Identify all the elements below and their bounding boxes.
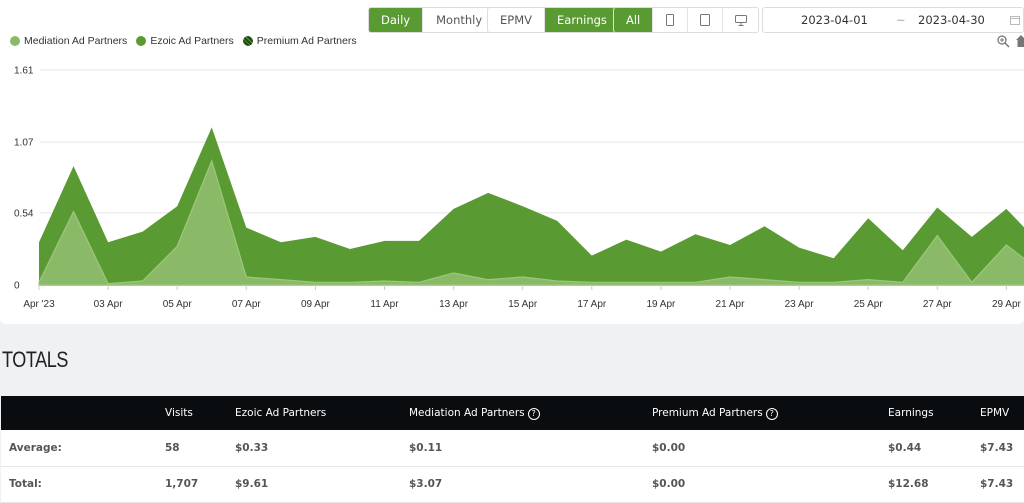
monthly-button[interactable]: Monthly (423, 8, 495, 32)
cell-earnings: $12.68 (880, 466, 972, 503)
cell-epmv: $7.43 (972, 466, 1024, 503)
calendar-icon (1010, 16, 1020, 25)
desktop-icon (734, 14, 747, 26)
cell-premium: $0.00 (644, 466, 880, 503)
table-row: Total: 1,707 $9.61 $3.07 $0.00 $12.68 $7… (1, 466, 1024, 503)
col-header-label (1, 396, 157, 430)
table-row: Average: 58 $0.33 $0.11 $0.00 $0.44 $7.4… (1, 430, 1024, 467)
legend-item-premium[interactable]: Premium Ad Partners (242, 35, 357, 47)
mobile-icon (666, 14, 675, 26)
zoom-in-icon[interactable] (997, 35, 1010, 48)
col-header-ezoic: Ezoic Ad Partners (235, 407, 327, 419)
legend-item-ezoic[interactable]: Ezoic Ad Partners (136, 35, 234, 47)
cell-mediation: $3.07 (401, 466, 644, 503)
cell-ezoic: $0.33 (227, 430, 401, 467)
col-header-text: Premium Ad Partners (652, 406, 763, 419)
legend-dot (242, 36, 253, 46)
device-desktop-button[interactable] (723, 8, 758, 32)
x-tick-label: 29 Apr (992, 299, 1022, 310)
help-icon[interactable]: ? (765, 407, 778, 420)
x-tick-label: 05 Apr (163, 299, 193, 310)
device-all-button[interactable]: All (614, 8, 654, 32)
col-header-mediation: Mediation Ad Partners? (401, 396, 644, 430)
chart-card: Daily Monthly EPMV Earnings All 2023-04-… (0, 0, 1024, 324)
tablet-icon (700, 14, 711, 26)
x-tick-label: 03 Apr (94, 299, 124, 310)
x-tick-label: 13 Apr (439, 299, 469, 310)
totals-table: Visits Ezoic Ad Partners Mediation Ad Pa… (1, 396, 1024, 503)
legend-item-mediation[interactable]: Mediation Ad Partners (10, 35, 127, 47)
y-tick-label: 0.54 (14, 208, 34, 219)
x-tick-label: 17 Apr (577, 299, 607, 310)
y-tick-label: 0 (14, 281, 20, 292)
col-header-text: Mediation Ad Partners (409, 406, 525, 419)
device-mobile-button[interactable] (653, 8, 689, 32)
date-end[interactable]: 2023-04-30 (918, 13, 985, 27)
cell-earnings: $0.44 (880, 430, 972, 467)
date-separator: ~ (896, 13, 906, 27)
col-header-premium: Premium Ad Partners? (644, 396, 880, 430)
epmv-button[interactable]: EPMV (488, 8, 545, 32)
cell-premium: $0.00 (644, 430, 880, 467)
legend-label: Mediation Ad Partners (24, 35, 128, 47)
col-header-epmv: EPMV (980, 407, 1010, 419)
legend-label: Premium Ad Partners (256, 35, 357, 47)
row-label: Average: (1, 430, 157, 467)
table-header-row: Visits Ezoic Ad Partners Mediation Ad Pa… (1, 396, 1024, 430)
device-tablet-button[interactable] (688, 8, 724, 32)
cell-ezoic: $9.61 (227, 466, 401, 503)
earnings-button[interactable]: Earnings (545, 8, 619, 32)
totals-title: TOTALS (2, 347, 69, 372)
home-icon[interactable] (1016, 35, 1024, 47)
legend-dot (10, 36, 20, 46)
x-tick-label: 07 Apr (232, 299, 262, 310)
earnings-chart: Apr '23 03 Apr 05 Apr 07 Apr 09 Apr 11 Apr 13 … (14, 66, 1024, 310)
date-start[interactable]: 2023-04-01 (801, 13, 868, 27)
cell-visits: 1,707 (157, 466, 227, 503)
col-header-earnings: Earnings (888, 407, 934, 419)
x-tick-label: 11 Apr (370, 299, 399, 310)
x-tick-label: 23 Apr (785, 299, 815, 310)
help-icon[interactable]: ? (527, 407, 540, 420)
row-label: Total: (1, 466, 157, 503)
x-tick-label: 21 Apr (716, 299, 746, 310)
x-tick-label: 19 Apr (646, 299, 676, 310)
cell-visits: 58 (157, 430, 227, 467)
x-tick-label: Apr '23 (23, 299, 55, 310)
metric-toggle: EPMV Earnings (487, 7, 620, 33)
x-tick-label: 25 Apr (854, 299, 884, 310)
date-range-picker[interactable]: 2023-04-01 ~ 2023-04-30 (762, 7, 1024, 33)
period-toggle: Daily Monthly (368, 7, 497, 33)
x-tick-label: 15 Apr (508, 299, 538, 310)
legend-dot (136, 36, 147, 46)
cell-epmv: $7.43 (972, 430, 1024, 467)
y-tick-label: 1.07 (14, 138, 34, 149)
daily-button[interactable]: Daily (369, 8, 424, 32)
device-toggle: All (613, 7, 760, 33)
x-tick-label: 09 Apr (301, 299, 331, 310)
col-header-visits: Visits (165, 407, 193, 419)
x-tick-label: 27 Apr (923, 299, 953, 310)
y-tick-label: 1.61 (14, 66, 34, 77)
chart-legend: Mediation Ad Partners Ezoic Ad Partners … (10, 35, 357, 47)
legend-label: Ezoic Ad Partners (150, 35, 234, 47)
cell-mediation: $0.11 (401, 430, 644, 467)
